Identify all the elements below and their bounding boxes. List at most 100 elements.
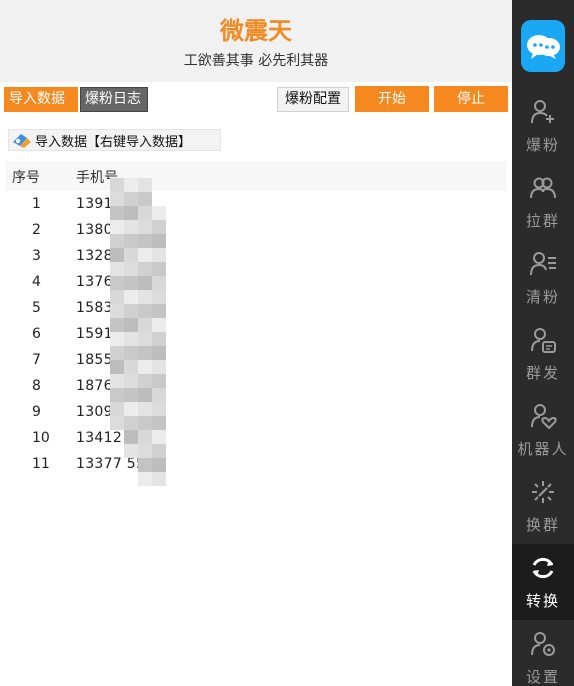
mosaic-block xyxy=(138,276,152,290)
mosaic-block xyxy=(138,360,152,374)
mosaic-block xyxy=(110,402,124,416)
tab-fan-log[interactable]: 爆粉日志 xyxy=(80,87,148,112)
mosaic-block xyxy=(138,458,152,472)
mosaic-block xyxy=(138,374,152,388)
mosaic-block xyxy=(110,262,124,276)
tab-import-data[interactable]: 导入数据 xyxy=(4,87,78,112)
table-row[interactable]: 81876 222 xyxy=(6,374,506,400)
row-index: 2 xyxy=(32,222,41,238)
row-index: 4 xyxy=(32,274,41,290)
table-row[interactable]: 51583 999 xyxy=(6,296,506,322)
sidebar-item-label: 群发 xyxy=(525,364,560,382)
mosaic-block xyxy=(138,416,152,430)
start-button[interactable]: 开始 xyxy=(355,86,429,112)
mosaic-block xyxy=(138,388,152,402)
sparkle-icon xyxy=(529,478,557,506)
sidebar-item-4[interactable]: 群发 xyxy=(512,316,574,392)
import-data-label[interactable]: 导入数据【右键导入数据】 xyxy=(8,129,221,151)
mosaic-block xyxy=(124,234,138,248)
table-row[interactable]: 61591 777 xyxy=(6,322,506,348)
mosaic-block xyxy=(152,304,166,318)
row-index: 7 xyxy=(32,352,41,368)
mosaic-block xyxy=(110,178,124,192)
mosaic-block xyxy=(124,388,138,402)
table-row[interactable]: 21380 000 xyxy=(6,218,506,244)
toolbar: 导入数据 爆粉日志 爆粉配置 开始 停止 xyxy=(0,82,512,116)
sidebar-item-8[interactable]: 设置 xyxy=(512,620,574,686)
sidebar-item-5[interactable]: 机器人 xyxy=(512,392,574,468)
mosaic-block xyxy=(152,402,166,416)
mosaic-block xyxy=(152,290,166,304)
mosaic-block xyxy=(124,346,138,360)
mosaic-block xyxy=(152,360,166,374)
user-add-icon xyxy=(529,98,557,126)
app-logo-icon xyxy=(521,20,565,72)
mosaic-block xyxy=(152,346,166,360)
table-header: 序号 手机号 xyxy=(6,161,506,191)
mosaic-block xyxy=(110,234,124,248)
mosaic-block xyxy=(152,458,166,472)
mosaic-block xyxy=(138,220,152,234)
mosaic-block xyxy=(124,374,138,388)
row-index: 5 xyxy=(32,300,41,316)
sidebar-item-6[interactable]: 换群 xyxy=(512,468,574,544)
table-row[interactable]: 91309 222 xyxy=(6,400,506,426)
sidebar-item-1[interactable]: 爆粉 xyxy=(512,88,574,164)
sidebar-item-3[interactable]: 清粉 xyxy=(512,240,574,316)
table-row[interactable]: 10 13412 55 xyxy=(6,426,506,452)
mosaic-block xyxy=(152,248,166,262)
row-index: 11 xyxy=(32,456,50,472)
mosaic-block xyxy=(138,318,152,332)
sidebar-item-label: 设置 xyxy=(525,668,560,686)
mosaic-block xyxy=(152,374,166,388)
table-row[interactable]: 71855 566 xyxy=(6,348,506,374)
user-message-icon xyxy=(529,326,557,354)
main-panel: 微震天 工欲善其事 必先利其器 导入数据 爆粉日志 爆粉配置 开始 停止 导入数… xyxy=(0,0,512,686)
mosaic-block xyxy=(124,444,138,458)
sidebar-item-2[interactable]: 拉群 xyxy=(512,164,574,240)
mosaic-block xyxy=(110,220,124,234)
mosaic-block xyxy=(124,276,138,290)
mosaic-block xyxy=(138,178,152,192)
refresh-icon xyxy=(529,554,557,582)
mosaic-block xyxy=(124,318,138,332)
group-icon xyxy=(529,174,557,202)
mosaic-block xyxy=(138,192,152,206)
stop-button[interactable]: 停止 xyxy=(434,86,508,112)
row-index: 1 xyxy=(32,196,41,212)
table-row[interactable]: 31328 999 xyxy=(6,244,506,270)
mosaic-block xyxy=(124,332,138,346)
mosaic-block xyxy=(124,290,138,304)
mosaic-block xyxy=(110,206,124,220)
mosaic-block xyxy=(138,206,152,220)
sidebar-item-label: 清粉 xyxy=(525,288,560,306)
mosaic-block xyxy=(138,444,152,458)
config-button[interactable]: 爆粉配置 xyxy=(277,87,349,112)
mosaic-block xyxy=(152,430,166,444)
privacy-mosaic xyxy=(110,178,166,486)
table-row[interactable]: 41376 888 xyxy=(6,270,506,296)
mosaic-block xyxy=(124,304,138,318)
sidebar-item-label: 拉群 xyxy=(525,212,560,230)
sidebar-item-label: 机器人 xyxy=(517,440,569,458)
mosaic-block xyxy=(152,318,166,332)
sidebar-item-label: 转换 xyxy=(525,592,560,610)
mosaic-block xyxy=(138,262,152,276)
row-index: 10 xyxy=(32,430,50,446)
app-header: 微震天 工欲善其事 必先利其器 xyxy=(0,0,512,82)
user-heart-icon xyxy=(529,402,557,430)
sidebar-item-7[interactable]: 转换 xyxy=(512,544,574,620)
row-index: 3 xyxy=(32,248,41,264)
mosaic-block xyxy=(152,332,166,346)
mosaic-block xyxy=(152,444,166,458)
mosaic-block xyxy=(138,332,152,346)
mosaic-block xyxy=(152,206,166,220)
mosaic-block xyxy=(152,276,166,290)
mosaic-block xyxy=(138,234,152,248)
table-row[interactable]: 11391 111 xyxy=(6,192,506,218)
table-row[interactable]: 11 13377 55 xyxy=(6,452,506,478)
mosaic-block xyxy=(124,430,138,444)
app-slogan: 工欲善其事 必先利其器 xyxy=(183,53,329,69)
mosaic-block xyxy=(110,290,124,304)
mosaic-block xyxy=(110,416,124,430)
